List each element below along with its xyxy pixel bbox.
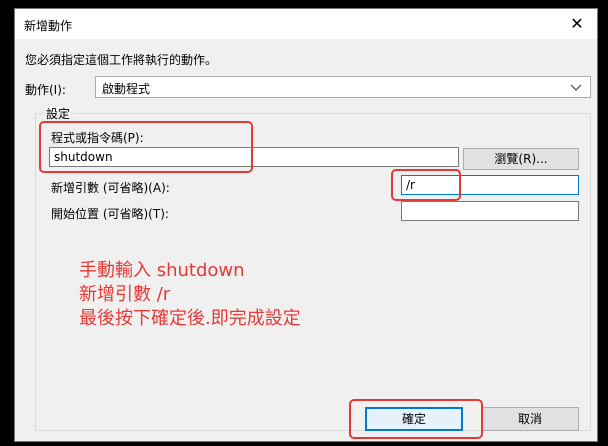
- settings-legend: 設定: [43, 105, 74, 122]
- action-label: 動作(I):: [25, 83, 66, 97]
- new-action-dialog: 新增動作 ✕ 您必須指定這個工作將執行的動作。 動作(I): 啟動程式 設定 程…: [14, 8, 598, 442]
- highlight-box-program: [39, 121, 253, 173]
- arguments-label: 新增引數 (可省略)(A):: [51, 181, 170, 195]
- highlight-box-ok: [349, 399, 483, 439]
- chevron-down-icon: [570, 79, 582, 98]
- start-in-label: 開始位置 (可省略)(T):: [51, 207, 169, 221]
- close-icon[interactable]: ✕: [557, 9, 597, 39]
- title-bar: 新增動作 ✕: [15, 9, 597, 39]
- action-select[interactable]: 啟動程式: [95, 76, 591, 98]
- annotation-line-2: 新增引數 /r: [79, 284, 171, 305]
- cancel-button[interactable]: 取消: [481, 407, 579, 431]
- start-in-input[interactable]: [401, 201, 579, 221]
- annotation-line-1: 手動輸入 shutdown: [79, 260, 245, 281]
- dialog-title: 新增動作: [24, 19, 73, 33]
- action-select-value: 啟動程式: [102, 82, 151, 96]
- instruction-text: 您必須指定這個工作將執行的動作。: [25, 53, 218, 67]
- annotation-line-3: 最後按下確定後.即完成設定: [79, 308, 301, 329]
- browse-button[interactable]: 瀏覽(R)...: [463, 148, 579, 170]
- highlight-box-arguments: [391, 169, 461, 201]
